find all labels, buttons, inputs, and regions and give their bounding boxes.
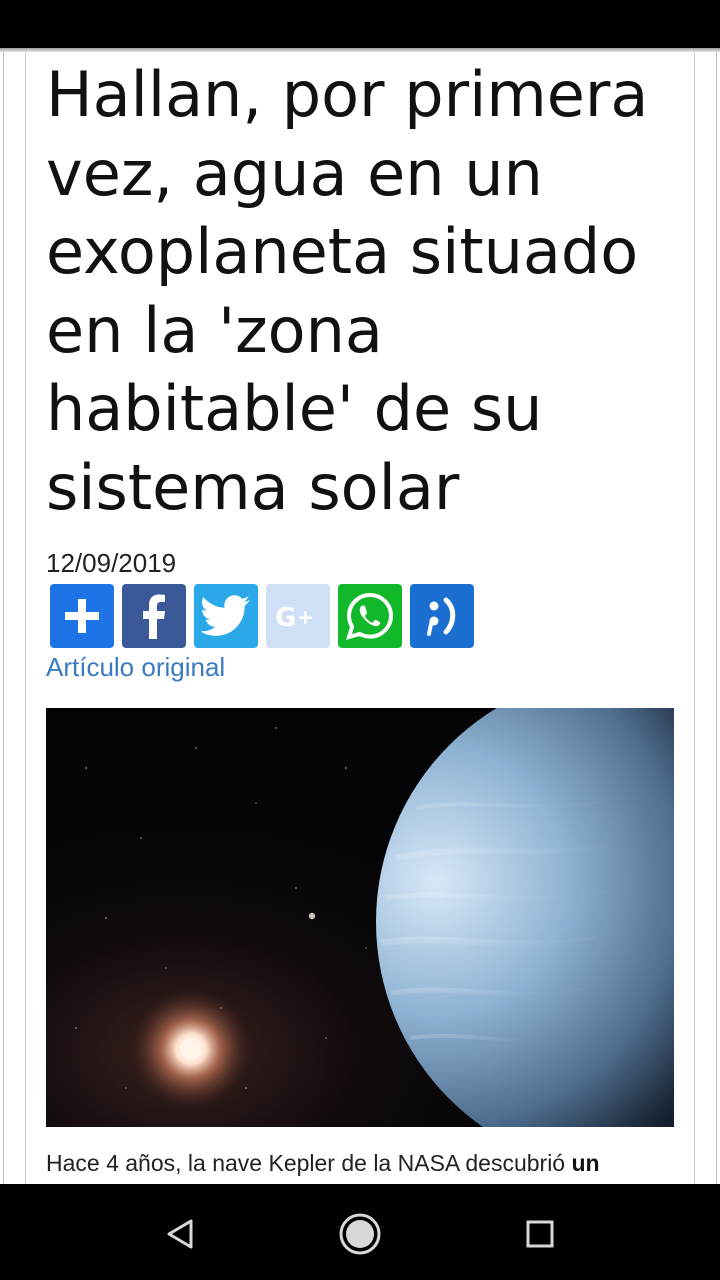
googleplus-icon: G +	[275, 603, 314, 631]
article-image	[46, 708, 674, 1127]
article-headline: Hallan, por primera vez, agua en un exop…	[46, 52, 676, 527]
whatsapp-icon	[346, 592, 394, 640]
page-left-gutter	[0, 52, 26, 1184]
article-body-first-line: Hace 4 años, la nave Kepler de la NASA d…	[46, 1150, 676, 1177]
status-bar	[0, 0, 720, 48]
share-twitter-button[interactable]	[194, 584, 258, 648]
share-meneame-button[interactable]	[410, 584, 474, 648]
body-text: Hace 4 años, la nave Kepler de la NASA d…	[46, 1150, 572, 1176]
body-text-bold: un	[571, 1150, 600, 1176]
share-add-button[interactable]	[50, 584, 114, 648]
headline-line: vez, agua en un	[46, 136, 543, 210]
share-whatsapp-button[interactable]	[338, 584, 402, 648]
headline-line: Hallan, por primera	[46, 58, 649, 131]
article-date: 12/09/2019	[46, 548, 177, 578]
page-left-border	[3, 52, 4, 1184]
svg-text:+: +	[297, 605, 314, 629]
square-recents-icon	[526, 1220, 554, 1248]
page-right-gutter	[694, 52, 720, 1184]
circle-home-icon	[339, 1213, 381, 1255]
nav-recents-button[interactable]	[508, 1202, 572, 1266]
page-right-border	[716, 52, 717, 1184]
twitter-icon	[201, 595, 250, 636]
exoplanet-illustration	[46, 708, 674, 1127]
share-facebook-button[interactable]	[122, 584, 186, 648]
nav-home-button[interactable]	[328, 1202, 392, 1266]
facebook-icon	[143, 594, 165, 639]
navigation-bar	[0, 1184, 720, 1280]
svg-text:G: G	[275, 603, 296, 631]
headline-line: habitable' de su	[46, 372, 543, 445]
headline-line: sistema solar	[46, 450, 460, 524]
headline-line: en la 'zona	[46, 293, 383, 367]
headline-line: exoplaneta situado	[46, 215, 639, 288]
plus-icon	[65, 599, 99, 633]
meneame-icon	[427, 597, 456, 636]
article-content: Hallan, por primera vez, agua en un exop…	[46, 52, 676, 1184]
share-bar: G +	[50, 584, 474, 648]
triangle-back-icon	[167, 1219, 193, 1249]
nav-back-button[interactable]	[148, 1202, 212, 1266]
original-article-link[interactable]: Artículo original	[46, 652, 225, 683]
share-googleplus-button[interactable]: G +	[266, 584, 330, 648]
